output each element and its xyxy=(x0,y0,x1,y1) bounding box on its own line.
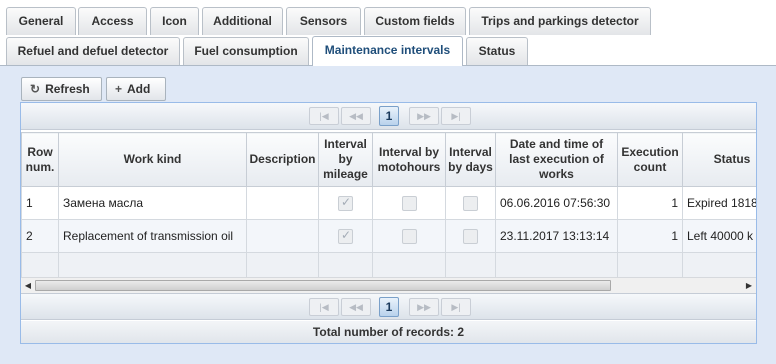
column-header-interval-by-mileage[interactable]: Interval by mileage xyxy=(318,132,373,187)
column-header-work-kind[interactable]: Work kind xyxy=(58,132,247,187)
mileage-checkbox xyxy=(338,195,353,211)
cell-status: Left 40000 k xyxy=(682,219,756,253)
first-page-icon[interactable]: |◀ xyxy=(309,107,339,125)
refresh-button[interactable]: ↻ Refresh xyxy=(21,77,102,101)
cell-interval-by-days xyxy=(445,219,496,253)
column-header-row-num[interactable]: Row num. xyxy=(21,132,59,187)
next-page-icon[interactable]: ▶▶ xyxy=(409,298,439,316)
total-records-label: Total number of records: 2 xyxy=(21,321,756,343)
column-header-description[interactable]: Description xyxy=(246,132,319,187)
add-button[interactable]: + Add xyxy=(106,77,166,101)
cell-execution-count: 1 xyxy=(617,186,683,220)
tab-bar: General Access Icon Additional Sensors C… xyxy=(0,0,776,66)
column-header-interval-by-days[interactable]: Interval by days xyxy=(445,132,496,187)
refresh-icon: ↻ xyxy=(30,82,41,96)
cell-interval-by-days xyxy=(445,186,496,220)
column-header-last-execution[interactable]: Date and time of last execution of works xyxy=(495,132,618,187)
page-number[interactable]: 1 xyxy=(379,297,399,317)
refresh-button-label: Refresh xyxy=(45,82,90,96)
page-number[interactable]: 1 xyxy=(379,106,399,126)
add-button-label: Add xyxy=(127,82,151,96)
cell-interval-by-motohours xyxy=(372,219,446,253)
tab-fuel-consumption[interactable]: Fuel consumption xyxy=(183,37,309,65)
table-row[interactable]: 2 Replacement of transmission oil 23.11.… xyxy=(21,219,756,253)
cell-row-num: 2 xyxy=(21,219,59,253)
tab-custom-fields[interactable]: Custom fields xyxy=(364,7,466,35)
cell-description xyxy=(246,186,319,220)
table-row[interactable]: 1 Замена масла 06.06.2016 07:56:30 1 Exp… xyxy=(21,186,756,220)
days-checkbox xyxy=(463,228,478,244)
tab-general[interactable]: General xyxy=(6,7,76,35)
maintenance-table: Row num. Work kind Description Interval … xyxy=(21,132,756,282)
top-pager: |◀ ◀◀ 1 ▶▶ ▶| xyxy=(21,103,756,130)
tab-refuel-and-defuel-detector[interactable]: Refuel and defuel detector xyxy=(6,37,180,65)
cell-interval-by-motohours xyxy=(372,186,446,220)
tab-access[interactable]: Access xyxy=(78,7,147,35)
scroll-left-icon[interactable]: ◀ xyxy=(21,279,35,293)
motohours-checkbox xyxy=(401,195,417,211)
cell-description xyxy=(246,219,319,253)
table-header-row: Row num. Work kind Description Interval … xyxy=(21,132,756,187)
horizontal-scrollbar[interactable]: ◀ ▶ xyxy=(21,277,756,293)
maintenance-grid: |◀ ◀◀ 1 ▶▶ ▶| Row num. Work kind Descrip… xyxy=(20,102,757,344)
cell-execution-count: 1 xyxy=(617,219,683,253)
tab-additional[interactable]: Additional xyxy=(202,7,283,35)
days-checkbox xyxy=(463,195,478,211)
tab-sensors[interactable]: Sensors xyxy=(286,7,361,35)
column-header-execution-count[interactable]: Execution count xyxy=(617,132,683,187)
bottom-pager: |◀ ◀◀ 1 ▶▶ ▶| xyxy=(21,293,756,320)
cell-status: Expired 1818 xyxy=(682,186,756,220)
tab-icon[interactable]: Icon xyxy=(150,7,199,35)
tab-trips-and-parkings-detector[interactable]: Trips and parkings detector xyxy=(469,7,651,35)
prev-page-icon[interactable]: ◀◀ xyxy=(341,298,371,316)
scroll-right-icon[interactable]: ▶ xyxy=(742,279,756,293)
cell-last-execution: 23.11.2017 13:13:14 xyxy=(495,219,618,253)
column-header-status[interactable]: Status xyxy=(682,132,756,187)
cell-work-kind: Replacement of transmission oil xyxy=(58,219,247,253)
cell-last-execution: 06.06.2016 07:56:30 xyxy=(495,186,618,220)
tab-status[interactable]: Status xyxy=(466,37,528,65)
prev-page-icon[interactable]: ◀◀ xyxy=(341,107,371,125)
cell-row-num: 1 xyxy=(21,186,59,220)
scrollbar-thumb[interactable] xyxy=(35,280,611,291)
first-page-icon[interactable]: |◀ xyxy=(309,298,339,316)
column-header-interval-by-motohours[interactable]: Interval by motohours xyxy=(372,132,446,187)
cell-interval-by-mileage xyxy=(318,219,373,253)
tab-maintenance-intervals[interactable]: Maintenance intervals xyxy=(312,36,463,66)
last-page-icon[interactable]: ▶| xyxy=(441,107,471,125)
next-page-icon[interactable]: ▶▶ xyxy=(409,107,439,125)
mileage-checkbox xyxy=(338,228,353,244)
plus-icon: + xyxy=(115,82,123,96)
unit-properties-dialog: General Access Icon Additional Sensors C… xyxy=(0,0,776,364)
last-page-icon[interactable]: ▶| xyxy=(441,298,471,316)
motohours-checkbox xyxy=(401,228,417,244)
cell-work-kind: Замена масла xyxy=(58,186,247,220)
cell-interval-by-mileage xyxy=(318,186,373,220)
